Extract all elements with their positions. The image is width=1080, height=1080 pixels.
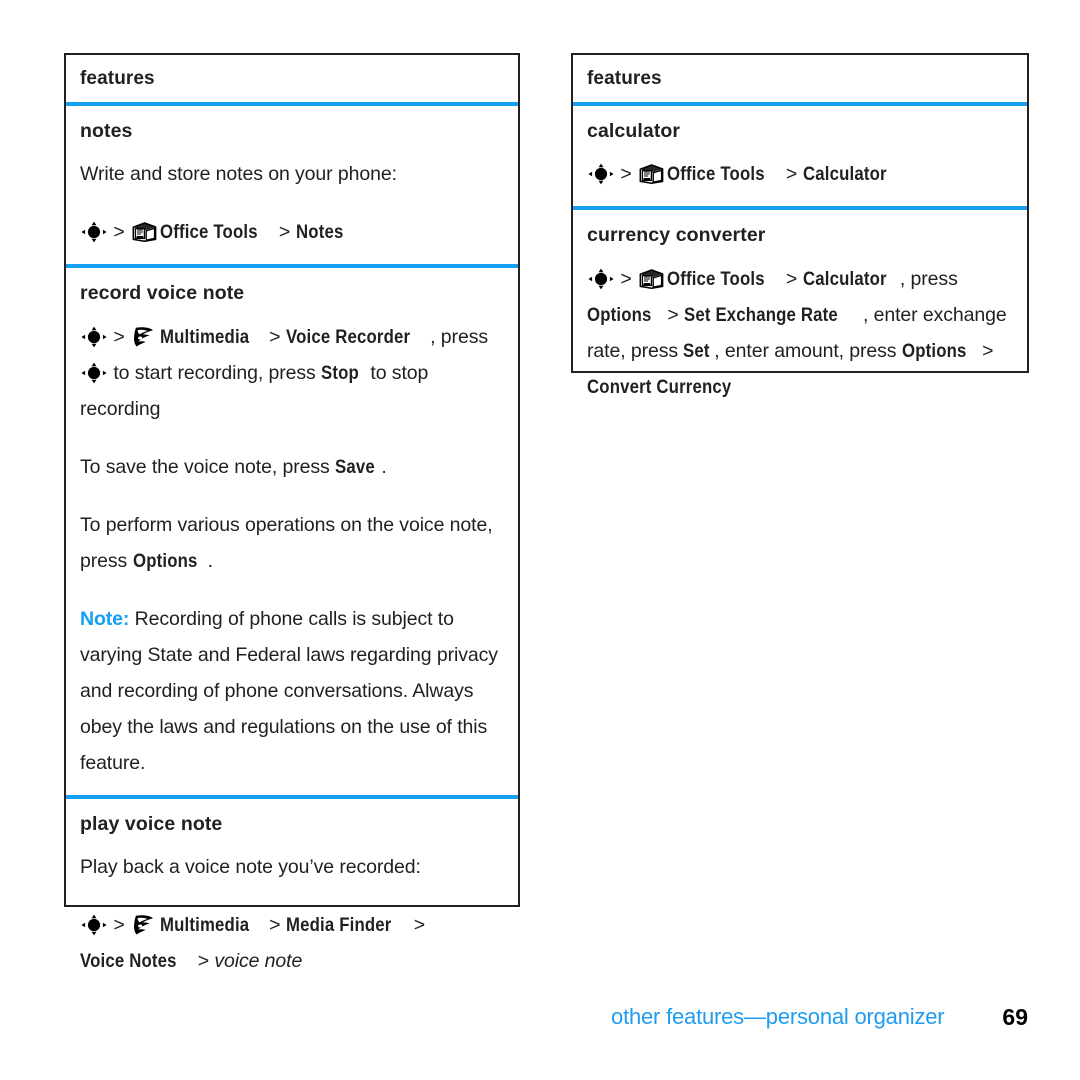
menu-label-office-tools: Office Tools [159,221,258,244]
section-title-calculator: calculator [587,119,681,142]
five-way-nav-icon [588,268,614,290]
page-footer: other features—personal organizer 69 [0,1000,1080,1034]
menu-label-voice-note-item: voice note [214,950,303,973]
currency-converter-menu-path: > Office Tools > Calculator , press Optio… [587,261,1013,405]
save-text-post: . [381,455,387,478]
section-play-voice-note: play voice note Play back a voice note y… [66,794,518,993]
save-voice-note-text: To save the voice note, press Save. [80,449,504,485]
path-separator: > [667,303,679,326]
section-title-notes: notes [80,119,133,142]
voice-note-operations-text: To perform various operations on the voi… [80,507,504,579]
menu-label-voice-recorder: Voice Recorder [285,325,410,348]
path-separator: > [269,914,281,937]
section-title-record-voice-note: record voice note [80,282,245,305]
section-calculator: calculator > Office Tools > Calculator [573,106,1027,206]
note-body-text: Recording of phone calls is subject to v… [80,607,498,774]
menu-label-options: Options [132,549,198,572]
features-label: features [587,68,662,89]
multimedia-icon [132,325,157,348]
five-way-nav-icon [588,163,614,185]
five-way-nav-icon [81,221,107,243]
menu-label-media-finder: Media Finder [285,914,392,937]
path-text-3: , enter amount, press [714,339,902,362]
path-separator: > [620,267,632,290]
guide-page: features notes Write and store notes on … [0,0,1080,1080]
left-features-header: features [66,55,518,106]
path-separator: > [269,325,281,348]
menu-label-multimedia: Multimedia [159,914,250,937]
menu-label-save: Save [334,455,375,478]
footer-breadcrumb: other features—personal organizer [611,1004,945,1029]
path-separator: > [113,221,125,244]
menu-label-convert-currency: Convert Currency [587,375,732,398]
five-way-nav-icon [81,326,107,348]
notes-menu-path: > Office Tools > Notes [80,214,504,250]
section-currency-converter: currency converter > Office Tools > Calc… [573,206,1027,418]
path-separator: > [197,950,209,973]
options-text-post: . [207,549,213,572]
office-tools-folder-icon [639,267,664,290]
office-tools-folder-icon [132,220,157,243]
menu-label-options-2: Options [901,339,967,362]
path-separator: > [785,267,798,290]
path-separator: > [413,914,426,937]
multimedia-icon [132,913,157,936]
five-way-nav-icon [81,914,107,936]
section-title-currency-converter: currency converter [587,224,766,247]
path-separator: > [113,325,125,348]
notes-intro-text: Write and store notes on your phone: [80,163,397,186]
menu-label-multimedia: Multimedia [159,325,250,348]
menu-label-voice-notes: Voice Notes [80,950,177,973]
features-label: features [80,68,155,89]
path-separator: > [620,163,632,186]
office-tools-folder-icon [639,162,664,185]
footer-page-number: 69 [1002,1003,1028,1030]
menu-label-set-exchange-rate: Set Exchange Rate [684,303,838,326]
section-notes: notes Write and store notes on your phon… [66,106,518,264]
five-way-nav-icon [81,362,107,384]
right-features-header: features [573,55,1027,106]
menu-label-notes: Notes [295,221,344,244]
recording-legal-note: Note: Recording of phone calls is subjec… [80,601,504,781]
menu-label-office-tools: Office Tools [666,163,765,186]
menu-label-calculator: Calculator [802,267,887,290]
save-text-pre: To save the voice note, press [80,455,335,478]
play-voice-note-menu-path: > Multimedia > Media Finder > Voice Note… [80,907,504,979]
menu-label-set: Set [683,339,710,362]
path-text-after: , press [430,325,488,348]
right-column: features calculator > Office Tools > Cal… [571,53,1029,398]
section-record-voice-note: record voice note > Multimedia > Voice R… [66,264,518,794]
note-label: Note: [80,607,130,630]
calculator-menu-path: > Office Tools > Calculator [587,156,1013,192]
path-separator: > [982,339,994,362]
path-separator: > [113,914,125,937]
menu-label-stop: Stop [320,361,359,384]
play-voice-note-intro: Play back a voice note you’ve recorded: [80,856,421,879]
menu-label-calculator: Calculator [802,163,887,186]
path-text-1: , press [899,267,958,290]
path-separator: > [278,221,291,244]
section-title-play-voice-note: play voice note [80,812,223,835]
left-column: features notes Write and store notes on … [64,53,520,972]
record-voice-note-menu-path: > Multimedia > Voice Recorder , press to … [80,319,504,427]
menu-label-office-tools: Office Tools [666,267,765,290]
path-text-tail-a: to start recording, press [108,361,321,384]
path-separator: > [785,163,798,186]
menu-label-options: Options [587,303,652,326]
